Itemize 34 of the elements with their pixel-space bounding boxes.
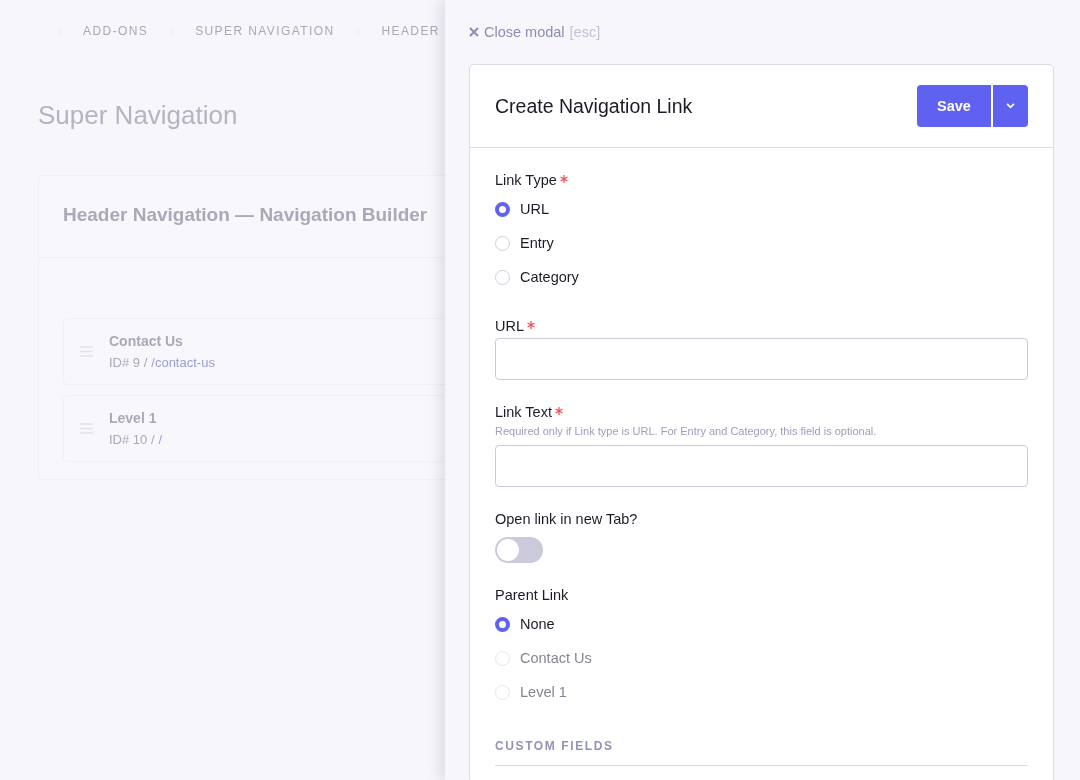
field-hint: Required only if Link type is URL. For Entry and Category, this field is optional. (495, 425, 878, 437)
field-label: Link Text (495, 404, 552, 420)
breadcrumb-link[interactable]: SUPER NAVIGATION (195, 24, 335, 38)
field-label: Open link in new Tab? (495, 511, 638, 527)
modal-title: Create Navigation Link (495, 94, 693, 118)
nav-item-id: ID# 9 / (109, 355, 148, 370)
radio-option[interactable]: None (495, 607, 1028, 641)
required-icon (527, 320, 535, 329)
close-icon (469, 27, 479, 37)
section-heading: CUSTOM FIELDS (495, 733, 1028, 766)
breadcrumb-link[interactable]: ADD-ONS (83, 24, 149, 38)
required-icon (554, 406, 563, 415)
radio-option[interactable]: URL (495, 192, 1028, 226)
nav-item-path[interactable]: /contact-us (151, 355, 215, 370)
field-label: URL (495, 318, 524, 334)
nav-item[interactable]: Level 1 ID# 10 / / (63, 395, 445, 462)
radio-option[interactable]: Category (495, 260, 1028, 294)
field-label: Link Type (495, 172, 557, 188)
page-title: Super Navigation (38, 100, 239, 131)
nav-item-id: ID# 10 / (109, 432, 155, 447)
nav-item-title: Contact Us (109, 333, 184, 349)
nav-item-path[interactable]: / (158, 432, 163, 447)
field-label: Parent Link (495, 587, 569, 603)
save-options-button[interactable] (993, 85, 1028, 127)
save-button[interactable]: Save (917, 85, 991, 127)
nav-item-title: Level 1 (109, 410, 158, 426)
text-field[interactable] (495, 445, 1028, 487)
required-icon (559, 174, 568, 183)
radio-option[interactable]: Entry (495, 226, 1028, 260)
toggle-switch[interactable] (495, 537, 543, 563)
nav-item[interactable]: Contact Us ID# 9 / /contact-us (63, 318, 445, 385)
caret-icon (1006, 103, 1015, 109)
breadcrumb-link[interactable]: HEADER (381, 24, 440, 38)
text-field[interactable] (495, 338, 1028, 380)
